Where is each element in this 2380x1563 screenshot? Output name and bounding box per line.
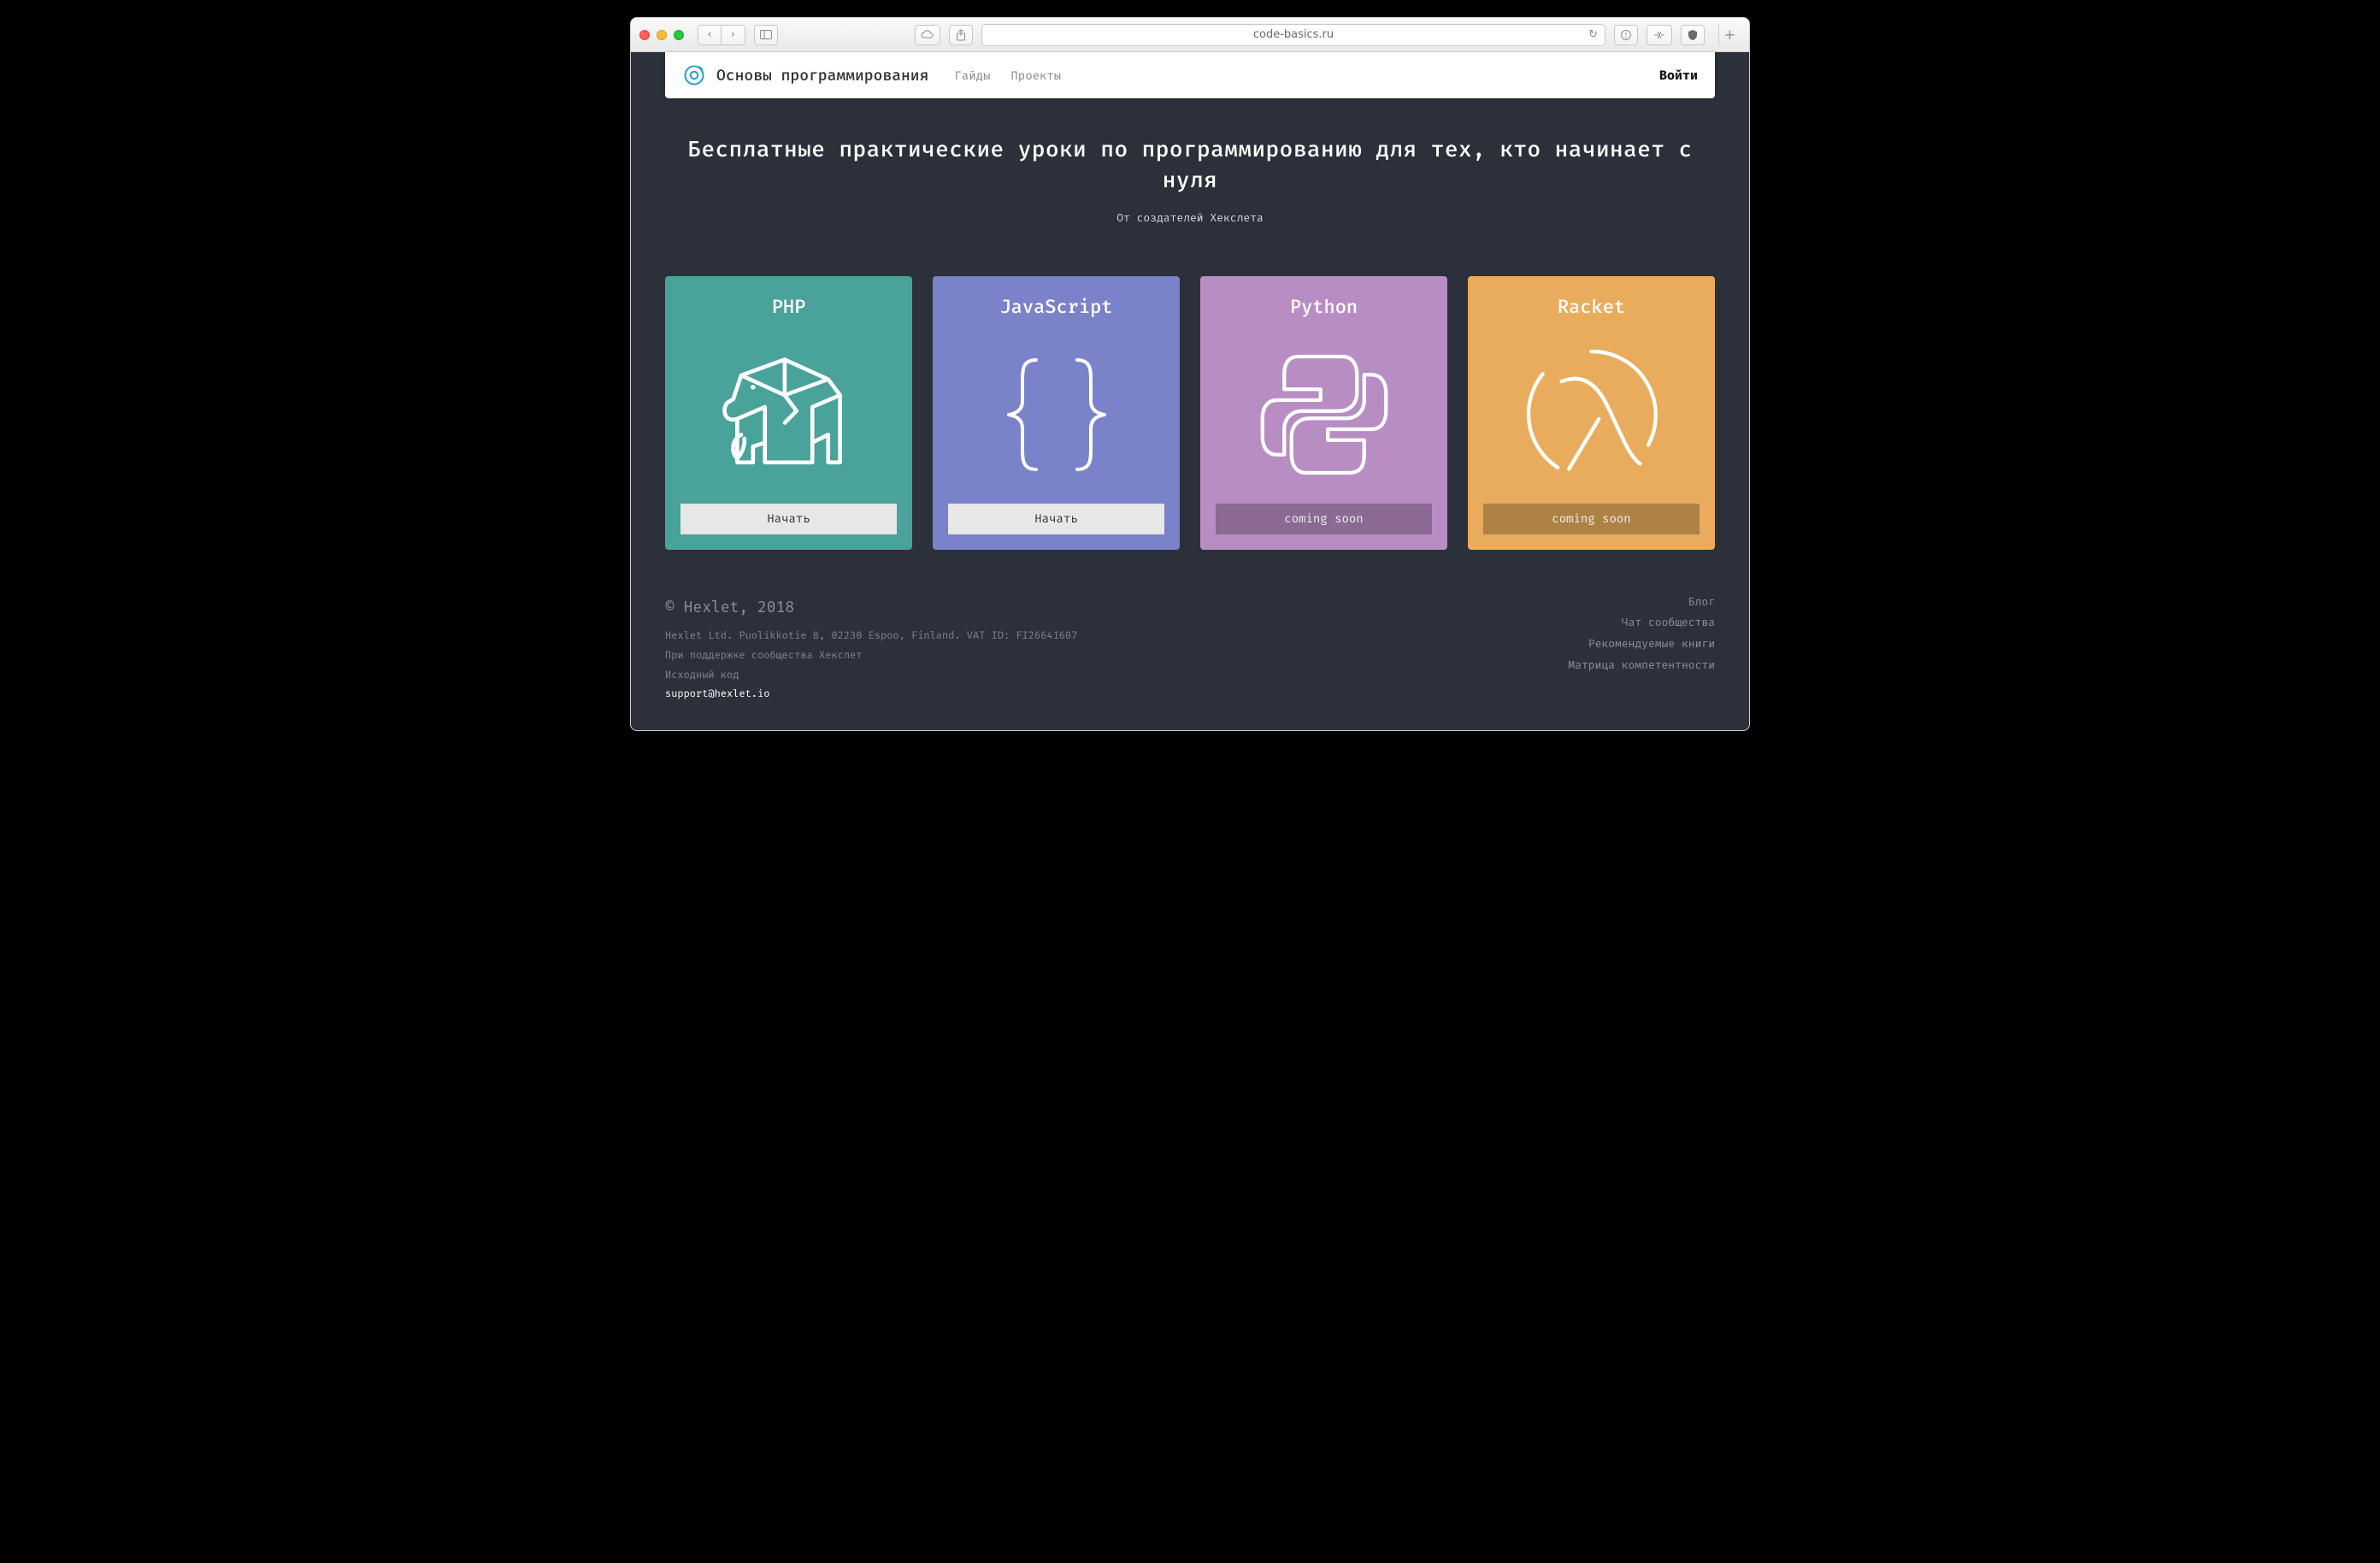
card-javascript[interactable]: JavaScript Начать [933,276,1180,550]
site-nav: Основы программирования Гайды Проекты Во… [665,52,1715,98]
card-js-title: JavaScript [999,295,1112,318]
footer-link-chat[interactable]: Чат сообщества [1568,613,1715,634]
hero-title: Бесплатные практические уроки по програм… [682,134,1698,197]
menu-guides[interactable]: Гайды [954,68,990,83]
brand[interactable]: Основы программирования [682,63,928,87]
reader-button[interactable] [1614,25,1638,45]
racket-lambda-icon [1483,327,1700,504]
site-menu: Гайды Проекты [954,68,1061,83]
cards-grid: PHP Начать JavaScript [631,233,1749,584]
footer-address: Hexlet Ltd. Puolikkotie 8, 02230 Espoo, … [665,627,1568,646]
login-link[interactable]: Войти [1659,68,1698,83]
footer-source-link[interactable]: Исходный код [665,666,1568,686]
extensions-button[interactable] [1647,25,1672,45]
brand-logo-icon [682,63,706,87]
footer-support-text: При поддержке сообщества Хекслет [665,646,1568,666]
footer-link-books[interactable]: Рекомендуемые книги [1568,634,1715,656]
page-content: Основы программирования Гайды Проекты Во… [631,52,1749,730]
share-button[interactable] [949,25,973,45]
footer-link-matrix[interactable]: Матрица компетентности [1568,656,1715,677]
window-controls [639,30,684,40]
window-minimize-button[interactable] [657,30,667,40]
nav-back-button[interactable]: ‹ [698,25,722,45]
card-rkt-title: Racket [1558,295,1625,318]
hero-subtitle: От создателей Хекслета [682,212,1698,225]
card-py-cta: coming soon [1216,504,1432,534]
nav-forward-button[interactable]: › [722,25,745,45]
cloud-button[interactable] [915,25,940,45]
new-tab-button[interactable]: + [1718,24,1741,46]
footer-left: © Hexlet, 2018 Hexlet Ltd. Puolikkotie 8… [665,593,1568,705]
menu-projects[interactable]: Проекты [1010,68,1061,83]
footer-right: Блог Чат сообщества Рекомендуемые книги … [1568,593,1715,705]
card-racket[interactable]: Racket coming soon [1468,276,1715,550]
footer-link-blog[interactable]: Блог [1568,593,1715,614]
nav-back-forward: ‹ › [698,25,745,45]
javascript-braces-icon [948,327,1164,504]
sidebar-toggle-button[interactable] [754,25,778,45]
footer-email[interactable]: support@hexlet.io [665,688,769,700]
hero: Бесплатные практические уроки по програм… [631,98,1749,233]
card-php-title: PHP [772,295,806,318]
python-snakes-icon [1216,327,1432,504]
php-elephant-icon [680,327,897,504]
card-python[interactable]: Python coming soon [1200,276,1447,550]
browser-titlebar: ‹ › code-basics.ru ↻ + [631,18,1749,52]
card-py-title: Python [1290,295,1358,318]
card-rkt-cta: coming soon [1483,504,1700,534]
reload-icon[interactable]: ↻ [1588,28,1598,41]
address-bar[interactable]: code-basics.ru ↻ [981,24,1605,46]
address-bar-url: code-basics.ru [1253,28,1334,41]
site-footer: © Hexlet, 2018 Hexlet Ltd. Puolikkotie 8… [631,584,1749,730]
adblock-button[interactable] [1681,25,1705,45]
footer-copyright: © Hexlet, 2018 [665,593,1568,622]
browser-window: ‹ › code-basics.ru ↻ + [630,17,1750,731]
card-js-cta[interactable]: Начать [948,504,1164,534]
brand-title: Основы программирования [716,66,928,85]
card-php[interactable]: PHP Начать [665,276,912,550]
window-maximize-button[interactable] [674,30,684,40]
card-php-cta[interactable]: Начать [680,504,897,534]
window-close-button[interactable] [639,30,650,40]
